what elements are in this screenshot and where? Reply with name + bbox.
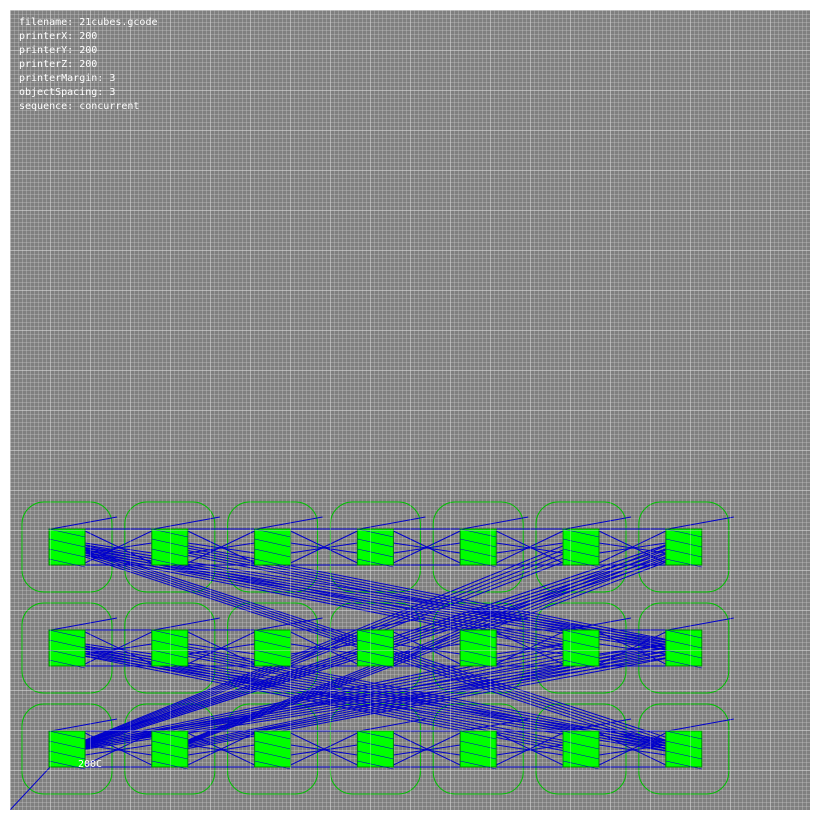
cube-object bbox=[254, 629, 292, 667]
filename-value: 21cubes.gcode bbox=[79, 17, 158, 28]
printer-margin-value: 3 bbox=[109, 73, 116, 84]
object-spacing-value: 3 bbox=[109, 87, 116, 98]
printer-x-value: 200 bbox=[79, 31, 98, 42]
file-info-panel: filename: 21cubes.gcode printerX: 200 pr… bbox=[19, 16, 158, 114]
travel-line bbox=[256, 516, 323, 530]
cube-object bbox=[665, 629, 703, 667]
travel-line bbox=[153, 516, 220, 530]
gcode-preview-canvas[interactable]: filename: 21cubes.gcode printerX: 200 pr… bbox=[10, 10, 810, 810]
printer-margin-row: printerMargin: 3 bbox=[19, 72, 158, 86]
filename-label: filename: bbox=[19, 17, 74, 28]
object-spacing-row: objectSpacing: 3 bbox=[19, 86, 158, 100]
cube-object bbox=[459, 528, 497, 566]
travel-line bbox=[359, 516, 426, 530]
cube-object bbox=[151, 528, 189, 566]
cube-object bbox=[151, 730, 189, 768]
travel-line bbox=[667, 718, 734, 732]
travel-line bbox=[50, 617, 118, 631]
printer-z-row: printerZ: 200 bbox=[19, 58, 158, 72]
cube-object bbox=[48, 629, 86, 667]
printer-z-value: 200 bbox=[79, 59, 98, 70]
cube-object bbox=[356, 629, 394, 667]
sequence-label: sequence: bbox=[19, 101, 74, 112]
cube-object bbox=[562, 730, 600, 768]
travel-line bbox=[50, 516, 118, 530]
travel-line bbox=[66, 546, 582, 649]
travel-line bbox=[667, 617, 734, 631]
printer-y-label: printerY: bbox=[19, 45, 74, 56]
cube-object bbox=[459, 629, 497, 667]
toolpath-scene bbox=[10, 501, 734, 810]
cube-object bbox=[356, 730, 394, 768]
cube-object bbox=[562, 629, 600, 667]
sequence-row: sequence: concurrent bbox=[19, 100, 158, 114]
travel-line bbox=[172, 644, 681, 748]
filename-row: filename: 21cubes.gcode bbox=[19, 16, 158, 30]
temperature-label: 200C bbox=[78, 759, 103, 770]
object-spacing-label: objectSpacing: bbox=[19, 87, 104, 98]
printer-margin-label: printerMargin: bbox=[19, 73, 104, 84]
cube-object bbox=[254, 730, 292, 768]
cube-object bbox=[459, 730, 497, 768]
cube-object bbox=[254, 528, 292, 566]
cube-object bbox=[48, 528, 86, 566]
cube-object bbox=[665, 528, 703, 566]
sequence-value: concurrent bbox=[79, 101, 140, 112]
cube-object bbox=[151, 629, 189, 667]
travel-line bbox=[462, 516, 529, 530]
cube-object bbox=[562, 528, 600, 566]
cube-object bbox=[665, 730, 703, 768]
travel-line bbox=[153, 617, 220, 631]
travel-line bbox=[169, 546, 684, 649]
printer-z-label: printerZ: bbox=[19, 59, 74, 70]
cube-object bbox=[356, 528, 394, 566]
travel-line bbox=[667, 516, 734, 530]
printer-x-row: printerX: 200 bbox=[19, 30, 158, 44]
travel-line bbox=[359, 718, 426, 732]
printer-x-label: printerX: bbox=[19, 31, 74, 42]
travel-line bbox=[564, 516, 632, 530]
printer-y-value: 200 bbox=[79, 45, 98, 56]
printer-y-row: printerY: 200 bbox=[19, 44, 158, 58]
travel-line bbox=[50, 718, 118, 732]
